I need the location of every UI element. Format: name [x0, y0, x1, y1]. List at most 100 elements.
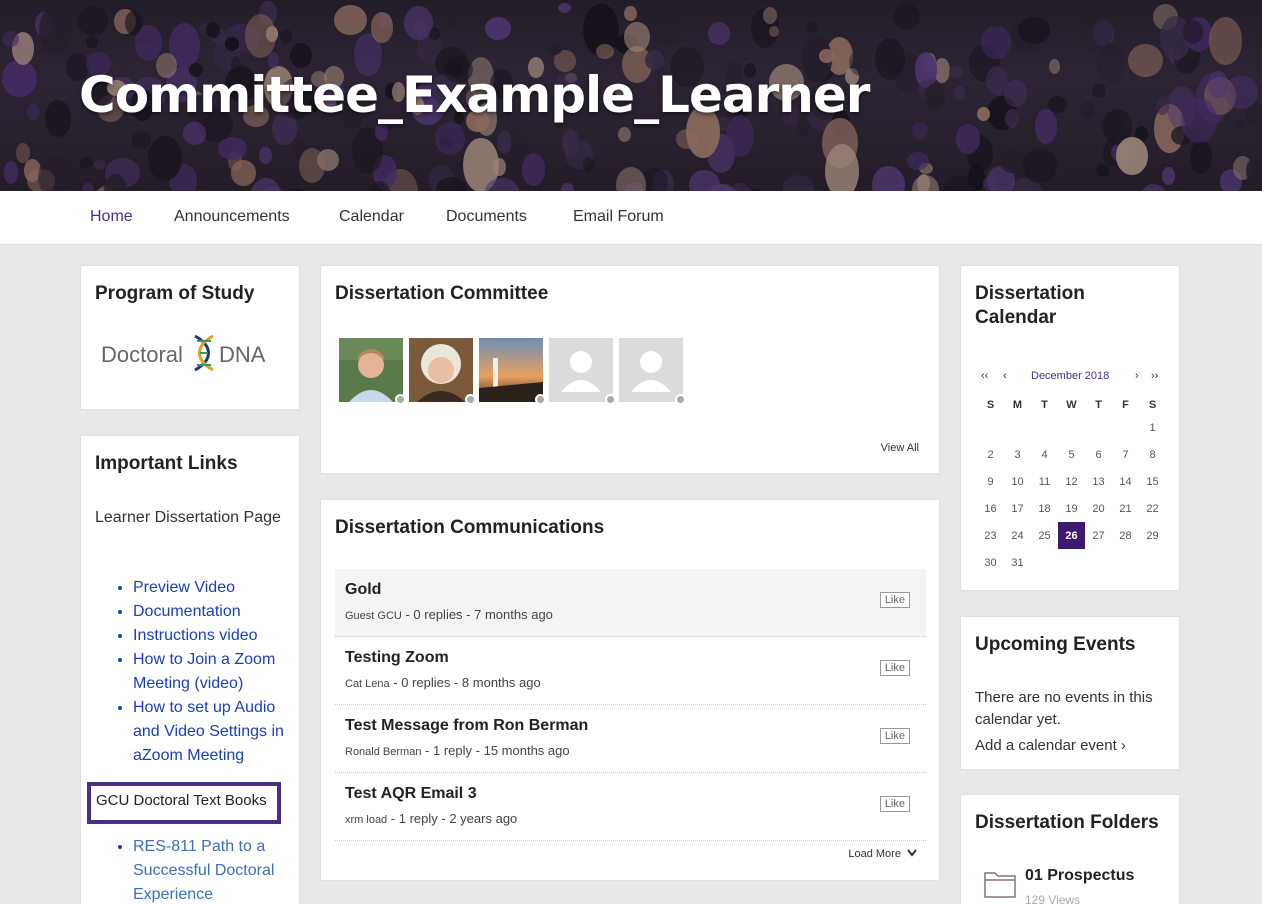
- folder-name[interactable]: 01 Prospectus: [1025, 867, 1134, 885]
- calendar-day[interactable]: 9: [977, 468, 1004, 495]
- message-meta: Ronald Berman - 1 reply - 15 months ago: [345, 743, 570, 758]
- avatar[interactable]: [479, 338, 546, 405]
- calendar-day[interactable]: 27: [1085, 522, 1112, 549]
- message-author[interactable]: xrm load: [345, 814, 387, 826]
- calendar-day[interactable]: 11: [1031, 468, 1058, 495]
- calendar-day[interactable]: 31: [1004, 549, 1031, 576]
- calendar-day[interactable]: 2: [977, 441, 1004, 468]
- folders-heading: Dissertation Folders: [975, 812, 1159, 833]
- calendar-day: [1031, 414, 1058, 441]
- link-documentation[interactable]: Documentation: [133, 603, 241, 620]
- message-author[interactable]: Guest GCU: [345, 610, 402, 622]
- avatar[interactable]: [339, 338, 406, 405]
- avatar[interactable]: [549, 338, 616, 405]
- calendar-day[interactable]: 25: [1031, 522, 1058, 549]
- message-row[interactable]: Test AQR Email 3 xrm load - 1 reply - 2 …: [335, 773, 926, 841]
- like-button[interactable]: Like: [879, 796, 910, 812]
- calendar-day: [1112, 549, 1139, 576]
- calendar-day[interactable]: 28: [1112, 522, 1139, 549]
- message-row[interactable]: Testing Zoom Cat Lena - 0 replies - 8 mo…: [335, 637, 926, 705]
- prev-year-button[interactable]: ‹‹: [981, 370, 988, 382]
- message-time: 2 years ago: [449, 811, 518, 826]
- calendar-day[interactable]: 17: [1004, 495, 1031, 522]
- message-row[interactable]: Gold Guest GCU - 0 replies - 7 months ag…: [335, 569, 926, 637]
- weekday-header: M: [1012, 399, 1023, 411]
- nav-announcements[interactable]: Announcements: [174, 208, 290, 226]
- add-calendar-event-link[interactable]: Add a calendar event ›: [975, 737, 1126, 754]
- calendar-day[interactable]: 5: [1058, 441, 1085, 468]
- nav-calendar[interactable]: Calendar: [339, 208, 404, 226]
- program-of-study-panel: Program of Study Doctoral DNA: [80, 265, 300, 410]
- calendar-day[interactable]: 3: [1004, 441, 1031, 468]
- calendar-day[interactable]: 30: [977, 549, 1004, 576]
- calendar-day[interactable]: 23: [977, 522, 1004, 549]
- calendar-day[interactable]: 20: [1085, 495, 1112, 522]
- calendar-day: [1112, 414, 1139, 441]
- avatar[interactable]: [409, 338, 476, 405]
- link-join-zoom[interactable]: How to Join a Zoom Meeting (video): [133, 651, 275, 692]
- weekday-header: W: [1066, 399, 1077, 411]
- next-year-button[interactable]: ››: [1151, 370, 1158, 382]
- calendar-day[interactable]: 13: [1085, 468, 1112, 495]
- calendar-day[interactable]: 1: [1139, 414, 1166, 441]
- like-button[interactable]: Like: [879, 660, 910, 676]
- events-heading: Upcoming Events: [975, 634, 1136, 655]
- like-button[interactable]: Like: [879, 728, 910, 744]
- message-title[interactable]: Gold: [345, 581, 381, 599]
- message-meta: xrm load - 1 reply - 2 years ago: [345, 811, 518, 826]
- calendar-day[interactable]: 4: [1031, 441, 1058, 468]
- message-title[interactable]: Testing Zoom: [345, 649, 449, 667]
- calendar-day[interactable]: 19: [1058, 495, 1085, 522]
- gcu-textbooks-highlight[interactable]: GCU Doctoral Text Books: [87, 782, 281, 824]
- message-author[interactable]: Ronald Berman: [345, 746, 421, 758]
- calendar-grid: S M T W T F S 1 2 3 4 5 6 7 8 9 10 11 12 13 14 15 16 17 18 19 20 21…: [977, 396, 1166, 576]
- calendar-day[interactable]: 15: [1139, 468, 1166, 495]
- calendar-day[interactable]: 16: [977, 495, 1004, 522]
- calendar-day[interactable]: 22: [1139, 495, 1166, 522]
- nav-email-forum[interactable]: Email Forum: [573, 208, 664, 226]
- calendar-month-label[interactable]: December 2018: [1031, 370, 1109, 382]
- message-title[interactable]: Test Message from Ron Berman: [345, 717, 588, 735]
- message-author[interactable]: Cat Lena: [345, 678, 390, 690]
- links-heading: Important Links: [95, 453, 238, 474]
- link-preview-video[interactable]: Preview Video: [133, 579, 235, 596]
- avatar[interactable]: [619, 338, 686, 405]
- calendar-day[interactable]: 10: [1004, 468, 1031, 495]
- message-replies: 1 reply: [398, 811, 438, 826]
- calendar-day[interactable]: 24: [1004, 522, 1031, 549]
- calendar-day[interactable]: 7: [1112, 441, 1139, 468]
- main-nav: Home Announcements Calendar Documents Em…: [0, 191, 1262, 245]
- list-item: Preview Video: [133, 576, 293, 600]
- logo-text-left: Doctoral: [101, 342, 183, 367]
- message-title[interactable]: Test AQR Email 3: [345, 785, 477, 803]
- calendar-day[interactable]: 21: [1112, 495, 1139, 522]
- calendar-day[interactable]: 14: [1112, 468, 1139, 495]
- events-empty-text: There are no events in this calendar yet…: [975, 689, 1153, 728]
- like-button[interactable]: Like: [879, 592, 910, 608]
- committee-members: [339, 338, 686, 405]
- calendar-day[interactable]: 8: [1139, 441, 1166, 468]
- link-zoom-audio-video[interactable]: How to set up Audio and Video Settings i…: [133, 699, 284, 764]
- calendar-day[interactable]: 6: [1085, 441, 1112, 468]
- calendar-day[interactable]: 12: [1058, 468, 1085, 495]
- nav-home[interactable]: Home: [90, 208, 133, 226]
- important-links-panel: Important Links Learner Dissertation Pag…: [80, 435, 300, 904]
- list-item: RES-811 Path to a Successful Doctoral Ex…: [133, 835, 293, 904]
- next-month-button[interactable]: ›: [1135, 370, 1139, 382]
- nav-documents[interactable]: Documents: [446, 208, 527, 226]
- doctoral-dna-logo[interactable]: Doctoral DNA: [97, 334, 287, 374]
- load-more-label: Load More: [848, 848, 901, 860]
- message-time: 8 months ago: [461, 675, 541, 690]
- calendar-day[interactable]: 29: [1139, 522, 1166, 549]
- link-instructions-video[interactable]: Instructions video: [133, 627, 258, 644]
- link-res-811[interactable]: RES-811 Path to a Successful Doctoral Ex…: [133, 838, 274, 903]
- load-more-button[interactable]: Load More: [848, 848, 917, 860]
- communications-panel: Dissertation Communications Gold Guest G…: [320, 499, 940, 881]
- calendar-day[interactable]: 18: [1031, 495, 1058, 522]
- message-time: 15 months ago: [483, 743, 570, 758]
- calendar-day[interactable]: 26: [1058, 522, 1085, 549]
- prev-month-button[interactable]: ‹: [1003, 370, 1007, 382]
- message-row[interactable]: Test Message from Ron Berman Ronald Berm…: [335, 705, 926, 773]
- view-all-link[interactable]: View All: [881, 442, 919, 454]
- folder-icon[interactable]: [983, 867, 1017, 901]
